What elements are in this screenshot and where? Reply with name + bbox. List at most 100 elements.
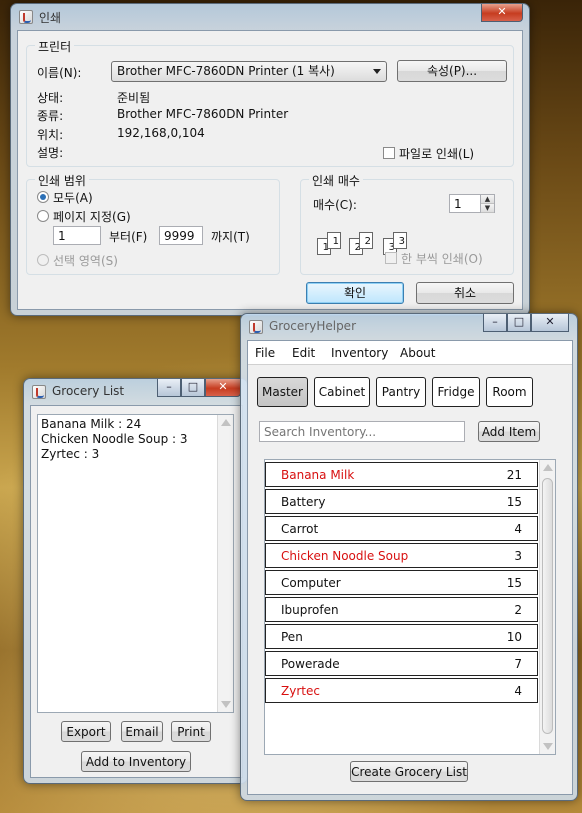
tab-master[interactable]: Master xyxy=(257,377,308,407)
search-input[interactable] xyxy=(259,421,465,442)
add-to-inventory-button[interactable]: Add to Inventory xyxy=(81,751,191,772)
print-dialog-window: 인쇄 ✕ 프린터 이름(N): Brother MFC-7860DN Print… xyxy=(10,3,530,316)
inventory-item-name: Pen xyxy=(281,630,303,644)
from-page-input[interactable]: 1 xyxy=(53,226,101,245)
grocery-list-textarea[interactable]: Banana Milk : 24 Chicken Noodle Soup : 3… xyxy=(37,414,234,713)
menu-edit[interactable]: Edit xyxy=(292,341,315,365)
close-icon[interactable]: ✕ xyxy=(481,4,523,22)
inventory-row[interactable]: Chicken Noodle Soup 3 xyxy=(265,543,538,568)
collate-label: 한 부씩 인쇄(O) xyxy=(401,252,483,266)
grocery-list-body: Banana Milk : 24 Chicken Noodle Soup : 3… xyxy=(30,405,243,778)
minimize-icon[interactable]: – xyxy=(157,379,181,397)
to-page-input[interactable]: 9999 xyxy=(159,226,203,245)
collate-sheet: 1 xyxy=(327,232,341,249)
menu-inventory[interactable]: Inventory xyxy=(331,341,388,365)
add-item-button[interactable]: Add Item xyxy=(478,421,540,442)
inventory-item-qty: 7 xyxy=(514,657,522,671)
all-pages-label[interactable]: 모두(A) xyxy=(53,189,93,206)
inventory-item-qty: 15 xyxy=(506,576,522,590)
java-app-icon xyxy=(32,385,46,399)
grocery-list-scrollbar[interactable] xyxy=(217,415,233,712)
inventory-row[interactable]: Banana Milk 21 xyxy=(265,462,538,487)
inventory-row[interactable]: Powerade 7 xyxy=(265,651,538,676)
grocery-list-window: Grocery List – □ ✕ Banana Milk : 24 Chic… xyxy=(23,378,248,784)
copies-input[interactable]: 1 ▲ ▼ xyxy=(449,194,495,213)
print-dialog-titlebar[interactable]: 인쇄 ✕ xyxy=(11,4,529,30)
close-icon[interactable]: ✕ xyxy=(531,314,569,332)
inventory-row[interactable]: Battery 15 xyxy=(265,489,538,514)
copies-spinner[interactable]: ▲ ▼ xyxy=(480,195,494,213)
grocery-helper-window: GroceryHelper – □ ✕ File Edit Inventory … xyxy=(240,313,578,801)
inventory-item-qty: 2 xyxy=(514,603,522,617)
ok-button[interactable]: 확인 xyxy=(306,282,404,304)
inventory-item-name: Zyrtec xyxy=(281,684,320,698)
print-button[interactable]: Print xyxy=(171,721,211,742)
export-button[interactable]: Export xyxy=(61,721,111,742)
printer-group: 프린터 이름(N): Brother MFC-7860DN Printer (1… xyxy=(26,38,514,167)
inventory-item-name: Banana Milk xyxy=(281,468,355,482)
tab-cabinet[interactable]: Cabinet xyxy=(314,377,370,407)
inventory-item-qty: 10 xyxy=(506,630,522,644)
grocery-list-titlebar[interactable]: Grocery List – □ ✕ xyxy=(24,379,247,405)
properties-button[interactable]: 속성(P)... xyxy=(397,60,507,82)
print-range-title: 인쇄 범위 xyxy=(35,172,89,189)
status-value: 준비됨 xyxy=(117,91,151,105)
inventory-item-name: Battery xyxy=(281,495,326,509)
inventory-item-name: Carrot xyxy=(281,522,319,536)
inventory-item-name: Ibuprofen xyxy=(281,603,339,617)
create-grocery-list-button[interactable]: Create Grocery List xyxy=(350,761,468,782)
inventory-item-name: Computer xyxy=(281,576,341,590)
selection-radio xyxy=(37,254,49,266)
menu-file[interactable]: File xyxy=(255,341,275,365)
inventory-item-name: Chicken Noodle Soup xyxy=(281,549,409,563)
inventory-item-name: Powerade xyxy=(281,657,340,671)
page-range-label[interactable]: 페이지 지정(G) xyxy=(53,208,131,225)
maximize-icon[interactable]: □ xyxy=(181,379,205,397)
menu-about[interactable]: About xyxy=(400,341,435,365)
printer-select[interactable]: Brother MFC-7860DN Printer (1 복사) xyxy=(111,61,387,82)
spin-down-icon[interactable]: ▼ xyxy=(481,204,494,213)
tab-pantry[interactable]: Pantry xyxy=(376,377,426,407)
inventory-scrollbar[interactable] xyxy=(539,460,555,754)
page-range-radio[interactable] xyxy=(37,210,49,222)
scroll-up-icon[interactable] xyxy=(543,464,553,471)
scroll-down-icon[interactable] xyxy=(221,701,231,708)
inventory-row[interactable]: Ibuprofen 2 xyxy=(265,597,538,622)
inventory-item-qty: 15 xyxy=(506,495,522,509)
status-label: 상태: xyxy=(37,91,64,105)
scroll-up-icon[interactable] xyxy=(221,419,231,426)
inventory-row[interactable]: Computer 15 xyxy=(265,570,538,595)
grocery-helper-titlebar[interactable]: GroceryHelper – □ ✕ xyxy=(241,314,577,340)
copies-value: 1 xyxy=(454,197,462,211)
print-to-file-label[interactable]: 파일로 인쇄(L) xyxy=(399,145,474,162)
maximize-icon[interactable]: □ xyxy=(507,314,531,332)
inventory-row[interactable]: Pen 10 xyxy=(265,624,538,649)
all-pages-radio[interactable] xyxy=(37,191,49,203)
spin-up-icon[interactable]: ▲ xyxy=(481,195,494,204)
chevron-down-icon xyxy=(373,69,381,74)
tab-fridge[interactable]: Fridge xyxy=(432,377,480,407)
print-to-file-checkbox[interactable] xyxy=(383,147,395,159)
email-button[interactable]: Email xyxy=(121,721,163,742)
inventory-item-qty: 21 xyxy=(506,468,522,482)
inventory-row[interactable]: Zyrtec 4 xyxy=(265,678,538,703)
inventory-row[interactable]: Carrot 4 xyxy=(265,516,538,541)
tab-room[interactable]: Room xyxy=(486,377,533,407)
minimize-icon[interactable]: – xyxy=(483,314,507,332)
scroll-down-icon[interactable] xyxy=(543,743,553,750)
inventory-item-qty: 3 xyxy=(514,549,522,563)
grocery-list-line: Chicken Noodle Soup : 3 xyxy=(41,432,188,446)
inventory-list: Banana Milk 21 Battery 15 Carrot 4 Chicken Noo… xyxy=(264,459,556,755)
cancel-button[interactable]: 취소 xyxy=(416,282,514,304)
print-dialog-title: 인쇄 xyxy=(39,11,62,25)
print-dialog-body: 프린터 이름(N): Brother MFC-7860DN Printer (1… xyxy=(17,30,523,310)
close-icon[interactable]: ✕ xyxy=(205,379,241,397)
copies-label: 매수(C): xyxy=(313,198,357,212)
printer-group-title: 프린터 xyxy=(35,38,75,55)
scroll-thumb[interactable] xyxy=(542,478,553,734)
type-value: Brother MFC-7860DN Printer xyxy=(117,107,289,121)
java-app-icon xyxy=(249,320,263,334)
selection-label: 선택 영역(S) xyxy=(53,254,118,268)
location-label: 위치: xyxy=(37,128,64,142)
collate-sheet: 3 xyxy=(393,232,407,249)
